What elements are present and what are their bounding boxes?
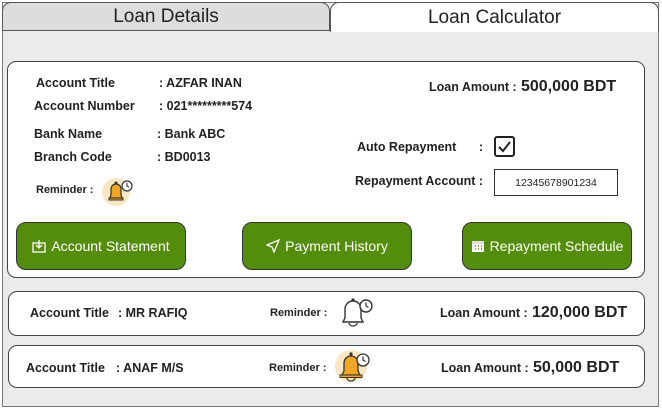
send-icon [266,239,281,253]
repayment-account-input[interactable]: 12345678901234 [494,169,618,196]
bank-name-label: Bank Name [34,127,103,141]
loan-amount-label: Loan Amount : [429,80,517,94]
loan-amount-value: 500,000 BDT [521,78,617,95]
repayment-account-label: Repayment Account : [355,174,484,188]
branch-code-label: Branch Code [34,150,112,164]
loan-amount-label: Loan Amount : [440,306,528,320]
bank-name-value: : Bank ABC [157,127,226,141]
account-statement-button[interactable]: Account Statement [16,222,186,270]
alarm-bell-outline-icon[interactable] [336,294,374,337]
account-statement-label: Account Statement [51,238,170,254]
alarm-bell-filled-icon[interactable] [101,175,135,212]
auto-repayment-colon: : [479,140,484,154]
account-number-label: Account Number [34,99,135,113]
reminder-label: Reminder : [269,362,327,374]
account-number-value: : 021*********574 [159,99,253,113]
checkmark-icon [498,141,511,153]
repayment-schedule-button[interactable]: Repayment Schedule [462,222,632,270]
repayment-schedule-label: Repayment Schedule [489,238,624,254]
auto-repayment-checkbox[interactable] [494,136,515,157]
calendar-icon [471,241,484,252]
tab-loan-details[interactable]: Loan Details [2,2,330,31]
payment-history-button[interactable]: Payment History [242,222,412,270]
payment-history-label: Payment History [285,238,388,254]
loan-amount-label: Loan Amount : [441,361,529,375]
loan-amount-value: 50,000 BDT [533,359,620,376]
account-title-value: : ANAF M/S [116,361,184,375]
account-title-label: Account Title [30,306,109,320]
account-title-value: : MR RAFIQ [118,306,188,320]
download-icon [32,240,46,253]
loan-amount-value: 120,000 BDT [532,304,628,321]
account-title-value: : AZFAR INAN [159,76,242,90]
tab-loan-calculator[interactable]: Loan Calculator [330,2,659,32]
account-title-label: Account Title [36,76,115,90]
reminder-label: Reminder : [270,307,328,319]
reminder-label: Reminder : [36,184,94,196]
alarm-bell-filled-icon[interactable] [334,347,372,390]
auto-repayment-label: Auto Repayment [357,140,457,154]
account-title-label: Account Title [26,361,105,375]
branch-code-value: : BD0013 [157,150,211,164]
